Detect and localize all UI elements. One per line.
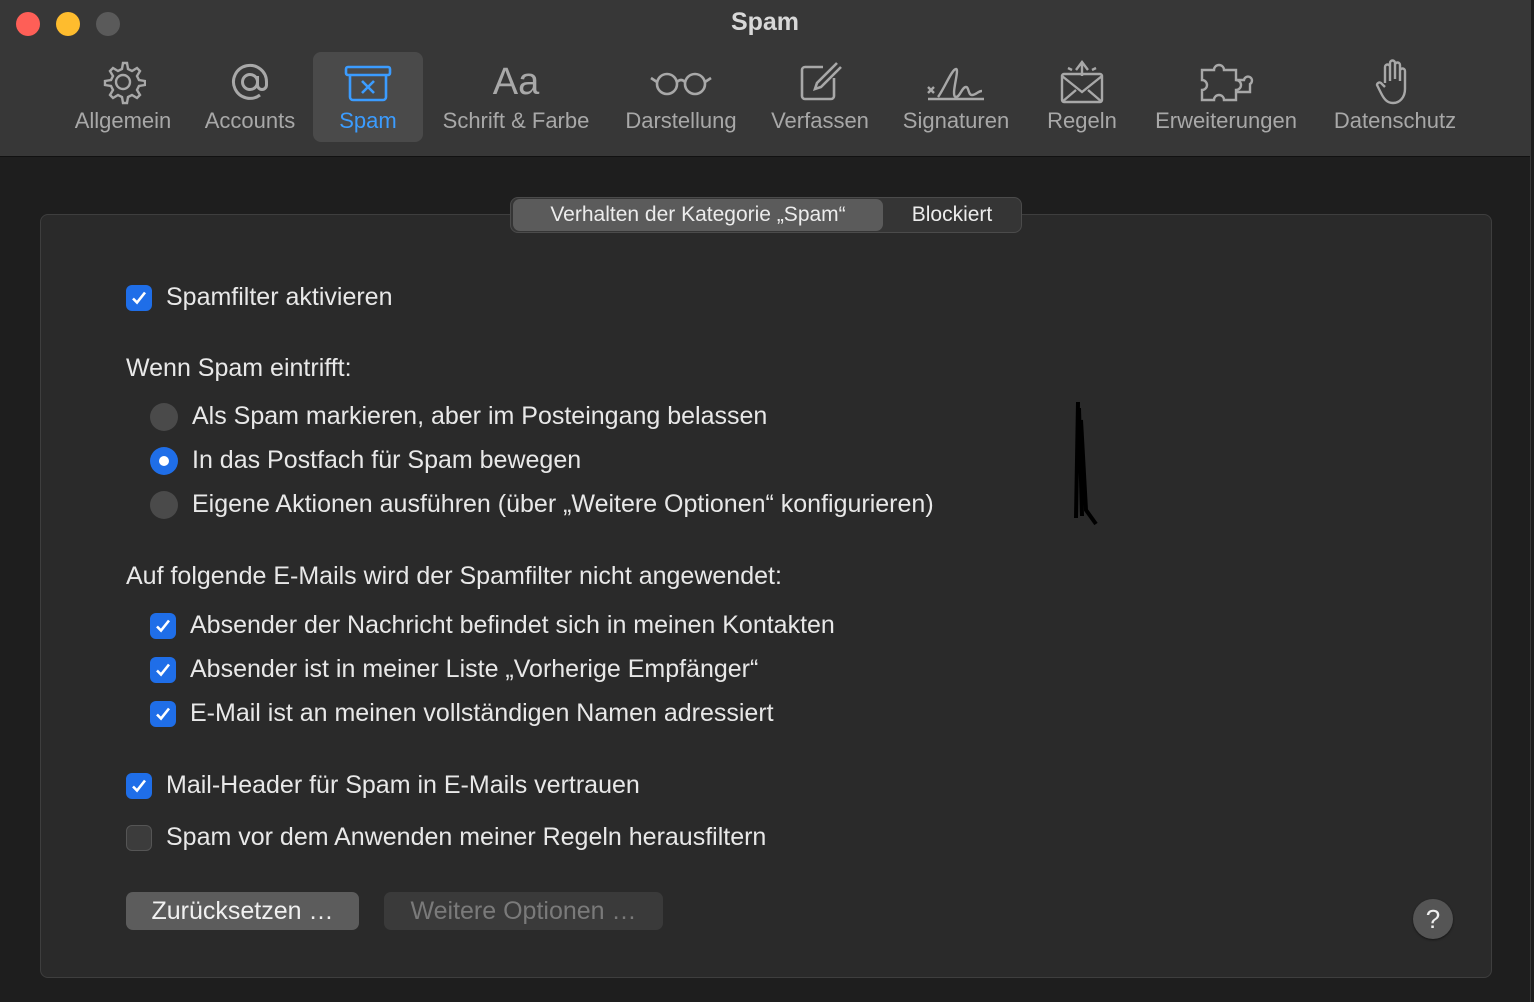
radio-custom-actions[interactable] [150, 490, 178, 519]
toolbar-label: Accounts [204, 108, 296, 133]
toolbar-label: Regeln [1047, 108, 1117, 133]
glasses-icon [649, 52, 713, 112]
exempt-contacts-checkbox[interactable] [150, 612, 176, 639]
toolbar-item-spam[interactable]: Spam [313, 52, 423, 142]
puzzle-icon [1196, 52, 1256, 112]
radio-label: In das Postfach für Spam bewegen [192, 446, 582, 474]
exempt-row-contacts[interactable]: Absender der Nachricht befindet sich in … [150, 611, 835, 640]
toolbar-label: Spam [339, 108, 397, 133]
toolbar-item-allgemein[interactable]: Allgemein [66, 52, 180, 142]
toolbar-item-darstellung[interactable]: Darstellung [618, 52, 744, 142]
toolbar-item-regeln[interactable]: Regeln [1036, 52, 1128, 142]
toolbar-item-signaturen[interactable]: Signaturen [894, 52, 1018, 142]
checkmark-icon [156, 663, 171, 676]
enable-spam-filter-checkbox[interactable] [126, 284, 152, 311]
signature-icon [924, 52, 988, 112]
toolbar-label: Allgemein [74, 108, 172, 133]
trust-headers-label: Mail-Header für Spam in E-Mails vertraue… [166, 771, 640, 799]
filter-before-rules-row[interactable]: Spam vor dem Anwenden meiner Regeln hera… [126, 823, 766, 852]
preferences-window: Spam Allgemein Accounts Spam Aa Schrift … [0, 0, 1531, 1002]
enable-spam-filter-row[interactable]: Spamfilter aktivieren [126, 283, 392, 312]
radio-row-mark-spam[interactable]: Als Spam markieren, aber im Posteingang … [150, 402, 767, 431]
trust-headers-checkbox[interactable] [126, 772, 152, 799]
toolbar-item-erweiterungen[interactable]: Erweiterungen [1146, 52, 1306, 142]
radio-label: Eigene Aktionen ausführen (über „Weitere… [192, 490, 934, 518]
checkmark-icon [156, 707, 171, 720]
trust-headers-row[interactable]: Mail-Header für Spam in E-Mails vertraue… [126, 771, 640, 800]
gear-icon [100, 52, 146, 112]
radio-label: Als Spam markieren, aber im Posteingang … [192, 402, 768, 430]
rules-envelope-icon [1058, 52, 1106, 112]
toolbar-label: Erweiterungen [1155, 108, 1297, 133]
tab-blocked[interactable]: Blockiert [883, 199, 1021, 231]
checkmark-icon [132, 291, 147, 304]
more-options-button[interactable]: Weitere Optionen … [384, 892, 663, 930]
toolbar-item-datenschutz[interactable]: Datenschutz [1324, 52, 1466, 142]
toolbar-item-accounts[interactable]: Accounts [196, 52, 304, 142]
toolbar: Spam Allgemein Accounts Spam Aa Schrift … [0, 0, 1530, 157]
pen-scribble [1074, 401, 1098, 526]
exempt-heading: Auf folgende E-Mails wird der Spamfilter… [126, 562, 782, 590]
radio-move-to-spam[interactable] [150, 446, 178, 475]
checkmark-icon [132, 779, 147, 792]
radio-row-move-to-spam[interactable]: In das Postfach für Spam bewegen [150, 446, 581, 475]
toolbar-label: Datenschutz [1333, 108, 1457, 133]
font-glyph: Aa [492, 60, 540, 103]
hand-icon [1375, 52, 1415, 112]
window-title: Spam [730, 8, 800, 36]
toolbar-label: Verfassen [771, 108, 869, 133]
filter-before-rules-label: Spam vor dem Anwenden meiner Regeln hera… [166, 823, 767, 851]
at-icon [227, 52, 273, 112]
exempt-row-previous-recipients[interactable]: Absender ist in meiner Liste „Vorherige … [150, 655, 758, 684]
radio-mark-spam[interactable] [150, 402, 178, 431]
toolbar-item-verfassen[interactable]: Verfassen [764, 52, 876, 142]
help-button[interactable]: ? [1413, 899, 1453, 939]
toolbar-item-schrift-farbe[interactable]: Aa Schrift & Farbe [434, 52, 598, 142]
enable-spam-filter-label: Spamfilter aktivieren [166, 283, 393, 311]
font-icon: Aa [493, 52, 539, 112]
segmented-control: Verhalten der Kategorie „Spam“ Blockiert [510, 197, 1022, 233]
exempt-row-full-name[interactable]: E-Mail ist an meinen vollständigen Namen… [150, 699, 774, 728]
checkmark-icon [156, 619, 171, 632]
exempt-label: Absender ist in meiner Liste „Vorherige … [190, 655, 759, 683]
exempt-previous-recipients-checkbox[interactable] [150, 656, 176, 683]
compose-icon [797, 52, 843, 112]
filter-before-rules-checkbox[interactable] [126, 824, 152, 851]
exempt-label: E-Mail ist an meinen vollständigen Namen… [190, 699, 774, 727]
radio-row-custom-actions[interactable]: Eigene Aktionen ausführen (über „Weitere… [150, 490, 934, 519]
reset-button[interactable]: Zurücksetzen … [126, 892, 359, 930]
tab-spam-behavior[interactable]: Verhalten der Kategorie „Spam“ [513, 199, 883, 231]
when-spam-heading: Wenn Spam eintrifft: [126, 354, 352, 382]
exempt-label: Absender der Nachricht befindet sich in … [190, 611, 835, 639]
spam-box-icon [343, 52, 393, 112]
exempt-full-name-checkbox[interactable] [150, 700, 176, 727]
toolbar-label: Darstellung [625, 108, 737, 133]
toolbar-label: Signaturen [902, 108, 1010, 133]
toolbar-label: Schrift & Farbe [442, 108, 590, 133]
settings-panel [40, 214, 1492, 978]
